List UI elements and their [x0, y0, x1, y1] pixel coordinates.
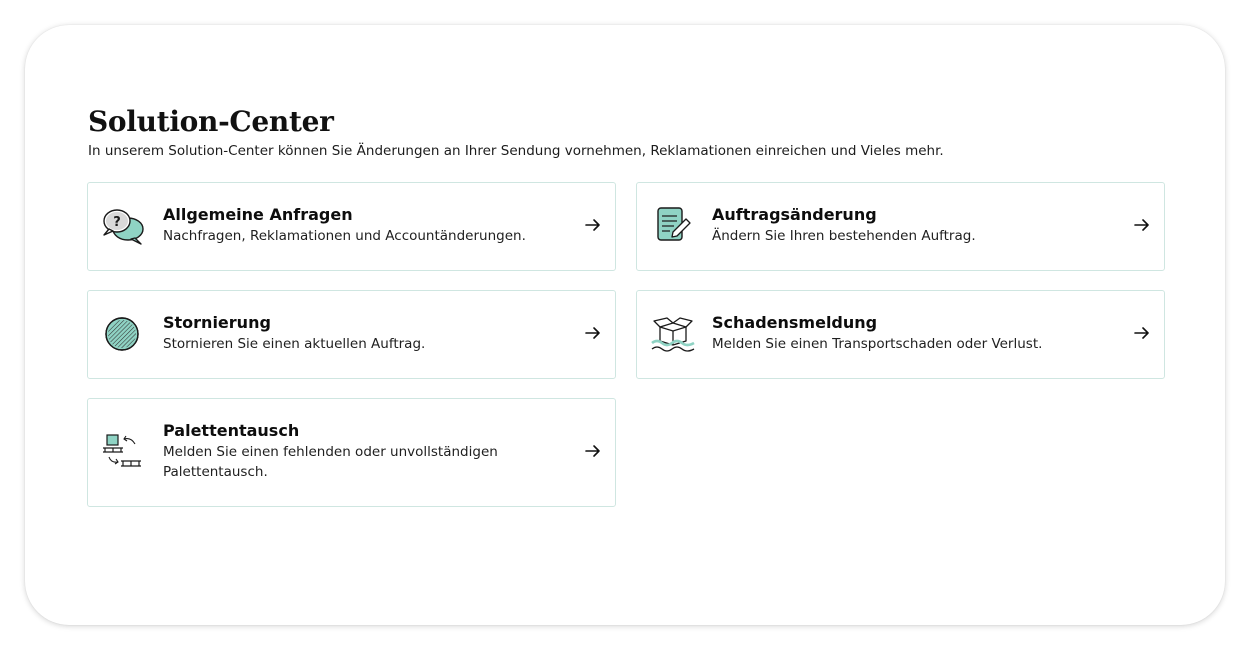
document-edit-icon: [650, 205, 696, 247]
card-title: Palettentausch: [163, 421, 300, 440]
card-allgemeine-anfragen[interactable]: ? Allgemeine Anfragen Nachfragen, Reklam…: [87, 182, 616, 271]
page-title: Solution-Center: [88, 105, 334, 138]
arrow-right-icon[interactable]: [1134, 217, 1150, 233]
card-description: Stornieren Sie einen aktuellen Auftrag.: [163, 336, 426, 352]
card-schadensmeldung[interactable]: Schadensmeldung Melden Sie einen Transpo…: [636, 290, 1165, 379]
cancel-ball-icon: [101, 313, 147, 355]
page-subtitle: In unserem Solution-Center können Sie Än…: [88, 143, 944, 159]
card-auftragsaenderung[interactable]: Auftragsänderung Ändern Sie Ihren besteh…: [636, 182, 1165, 271]
card-title: Stornierung: [163, 313, 271, 332]
card-description: Melden Sie einen Transportschaden oder V…: [712, 336, 1043, 352]
card-title: Schadensmeldung: [712, 313, 878, 332]
speech-bubbles-icon: ?: [101, 205, 147, 247]
card-title: Allgemeine Anfragen: [163, 205, 353, 224]
card-stornierung[interactable]: Stornierung Stornieren Sie einen aktuell…: [87, 290, 616, 379]
card-description: Ändern Sie Ihren bestehenden Auftrag.: [712, 228, 976, 244]
pallet-exchange-icon: [101, 431, 147, 473]
arrow-right-icon[interactable]: [1134, 325, 1150, 341]
svg-text:?: ?: [113, 215, 121, 230]
card-description: Melden Sie einen fehlenden oder unvollst…: [163, 444, 498, 480]
arrow-right-icon[interactable]: [585, 217, 601, 233]
damaged-box-icon: [650, 313, 696, 355]
arrow-right-icon[interactable]: [585, 443, 601, 459]
card-palettentausch[interactable]: Palettentausch Melden Sie einen fehlende…: [87, 398, 616, 507]
card-title: Auftragsänderung: [712, 205, 877, 224]
card-description: Nachfragen, Reklamationen und Accountänd…: [163, 228, 526, 244]
arrow-right-icon[interactable]: [585, 325, 601, 341]
